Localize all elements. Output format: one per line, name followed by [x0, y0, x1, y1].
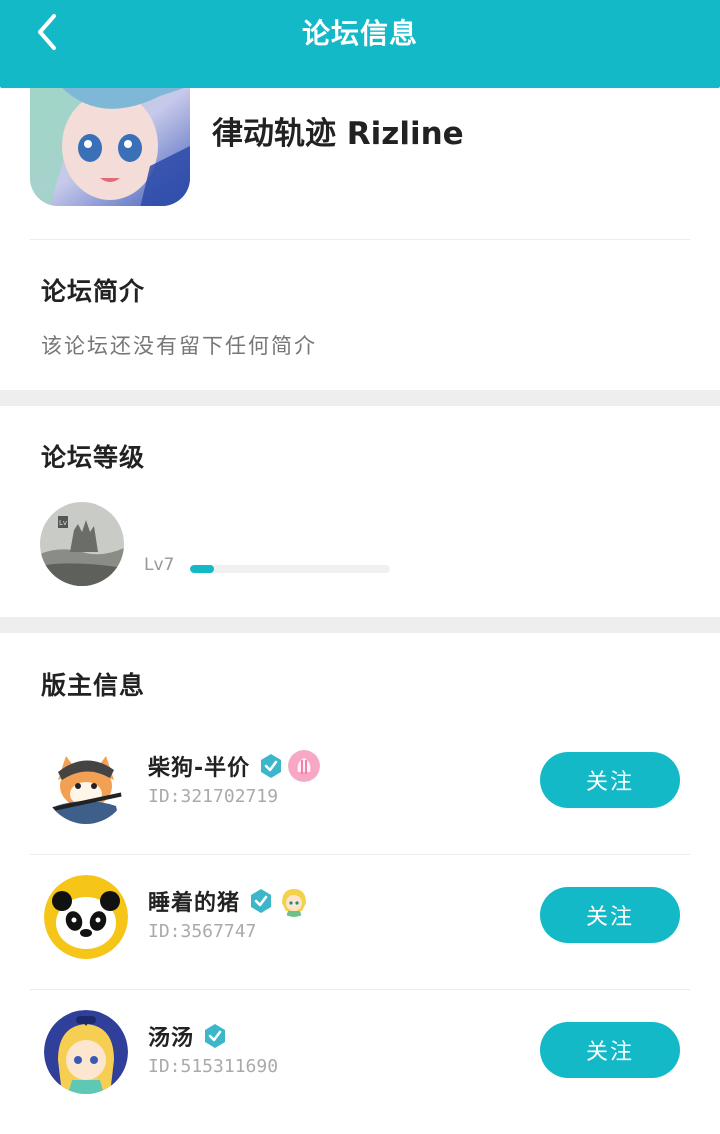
- moderator-name: 汤汤: [148, 1020, 228, 1052]
- intro-text: 该论坛还没有留下任何简介: [41, 334, 317, 358]
- moderator-id: ID:321702719: [148, 786, 279, 807]
- avatar[interactable]: [44, 1010, 128, 1094]
- divider: [30, 239, 690, 240]
- section-separator: [0, 617, 720, 633]
- moderator-row: 汤汤 ID:515311690 关注: [0, 990, 720, 1124]
- level-label: Lv7: [144, 555, 175, 575]
- forum-name: 律动轨迹 Rizline: [212, 116, 464, 152]
- moderator-row: 睡着的猪 ID:3567747 关注: [0, 855, 720, 989]
- moderator-name: 柴狗-半价: [148, 750, 321, 782]
- top-bar: 论坛信息: [0, 0, 720, 88]
- level-avatar: Lv: [40, 502, 124, 586]
- moderator-name: 睡着的猪: [148, 885, 311, 917]
- page-title: 论坛信息: [301, 17, 418, 50]
- verified-icon: [205, 1024, 226, 1048]
- follow-button[interactable]: 关注: [540, 1022, 680, 1078]
- anime-girl-badge-icon: [278, 885, 311, 917]
- level-progress-bar: [190, 565, 390, 573]
- follow-button[interactable]: 关注: [540, 752, 680, 808]
- moderator-id: ID:3567747: [148, 921, 257, 942]
- follow-button[interactable]: 关注: [540, 887, 680, 943]
- moderators-title: 版主信息: [41, 671, 146, 700]
- moderator-id: ID:515311690: [148, 1056, 279, 1077]
- avatar[interactable]: [44, 740, 128, 824]
- intro-title: 论坛简介: [41, 277, 146, 306]
- avatar[interactable]: [44, 875, 128, 959]
- level-title: 论坛等级: [41, 443, 146, 472]
- pink-badge-icon: [288, 750, 321, 782]
- moderator-name-text: 柴狗-半价: [148, 756, 251, 781]
- moderator-name-text: 睡着的猪: [148, 891, 241, 916]
- verified-icon: [251, 889, 272, 913]
- verified-icon: [261, 754, 282, 778]
- forum-avatar: [30, 86, 190, 206]
- svg-text:Lv: Lv: [59, 519, 67, 527]
- forum-header: 律动轨迹 Rizline: [0, 86, 720, 240]
- moderator-name-text: 汤汤: [148, 1026, 195, 1051]
- level-progress-fill: [190, 565, 214, 573]
- section-separator: [0, 390, 720, 406]
- moderator-row: 柴狗-半价 ID:321702719 关注: [0, 720, 720, 854]
